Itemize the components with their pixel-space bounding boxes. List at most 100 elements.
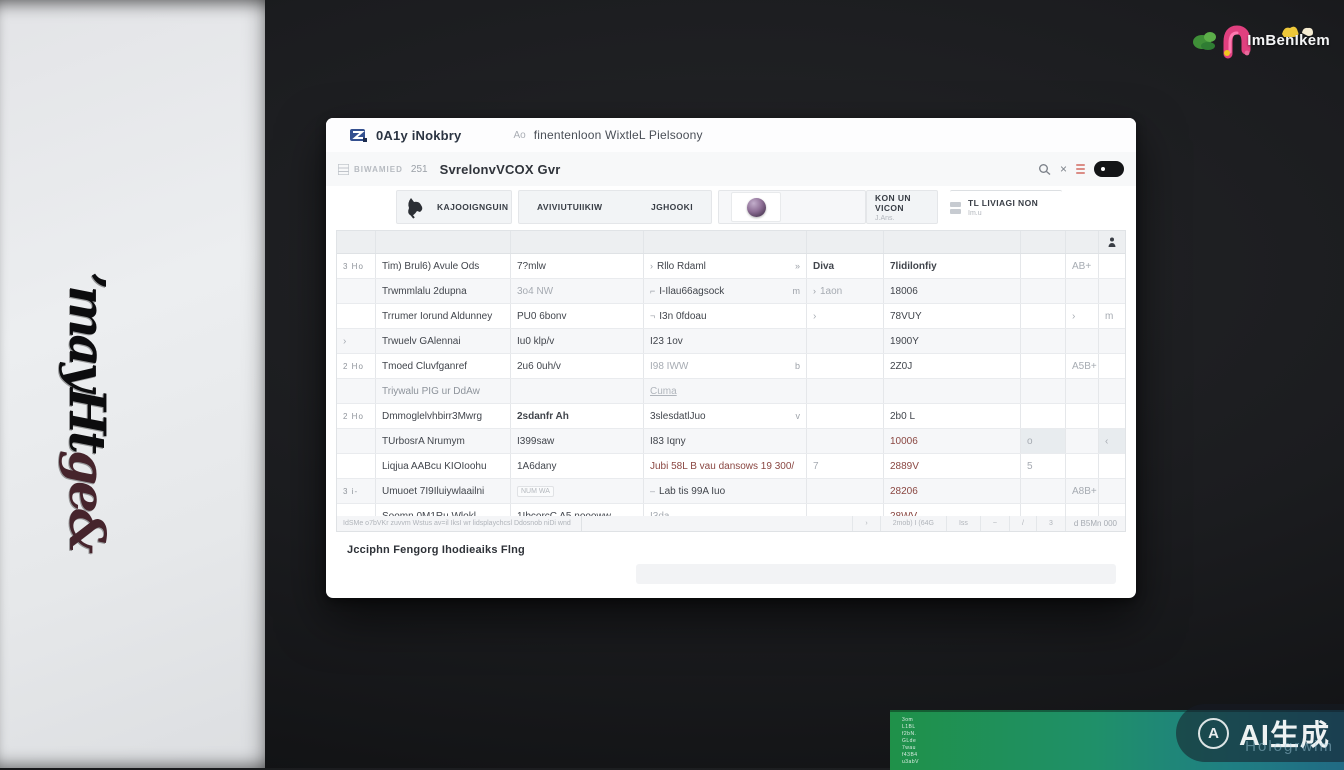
table-cell: 7lidilonfiy [884, 254, 1021, 278]
statusbar-item[interactable]: Iss [946, 516, 980, 531]
table-cell: AB+ [1066, 254, 1099, 278]
table-cell: o [1021, 429, 1066, 453]
toolbar-image-sub: Im.u [968, 210, 1038, 217]
greenbar-line: f2bN. [902, 731, 919, 737]
table-cell [1066, 404, 1099, 428]
table-cell: I83 Iqny [644, 429, 807, 453]
greenbar-line: GLde [902, 738, 919, 744]
table-cell [884, 379, 1021, 403]
statusbar-item[interactable]: 3 [1036, 516, 1065, 531]
sphere-card [731, 192, 781, 222]
table-cell: 28206 [884, 479, 1021, 503]
app-window: 0A1y iNokbry Ao finentenloon WixtleL Pie… [326, 118, 1136, 598]
table-cell: 3o4 NW [511, 279, 644, 303]
ai-badge-mark-icon: A [1198, 718, 1229, 749]
person-icon[interactable] [1108, 237, 1116, 247]
table-cell: Liqjua AABcu KIOIoohu [376, 454, 511, 478]
table-cell [1099, 404, 1125, 428]
statusbar-item[interactable]: / [1009, 516, 1036, 531]
table-cell [1021, 404, 1066, 428]
greenbar-lines: 3omL1BLf2bN.GLde7wauf43B4u3abV [902, 717, 919, 765]
table-cell: Jubi 58L B vau dansows 19 300/ [644, 454, 807, 478]
table-cell [1021, 479, 1066, 503]
table-cell [1066, 279, 1099, 303]
table-cell: PU0 6bonv [511, 304, 644, 328]
table-cell: 2889V [884, 454, 1021, 478]
table-cell: 5 [1021, 454, 1066, 478]
toolbar-image-button[interactable]: TL LIVIAGI NON Im.u [950, 190, 1062, 224]
table-cell [1021, 279, 1066, 303]
table-cell: A5B+ [1066, 354, 1099, 378]
toolbar-group-button[interactable]: AVIVIUTUIIKIW JGHOOKI [518, 190, 712, 224]
table-row[interactable]: Trrumer Iorund AldunneyPU0 6bonv¬I3n 0fd… [337, 304, 1125, 329]
toolbar-filter-button[interactable]: KAJOOIGNGUIN [396, 190, 512, 224]
table-cell: Trrumer Iorund Aldunney [376, 304, 511, 328]
greenbar-line: 7wau [902, 745, 919, 751]
table-cell: 2u6 0uh/v [511, 354, 644, 378]
close-icon[interactable]: × [1060, 163, 1067, 175]
table-row[interactable]: 2 HoTmoed Cluvfganref2u6 0uh/vI98 IWWb2Z… [337, 354, 1125, 379]
statusbar-item[interactable]: 2mob) I (64G [880, 516, 946, 531]
subheader: BIWAMIED 251 SvrelonvVCOX Gvr × [326, 152, 1136, 187]
table-cell: ¬I3n 0fdoau [644, 304, 807, 328]
table-cell [337, 304, 376, 328]
table-cell [1099, 479, 1125, 503]
toggle-pill-button[interactable] [1094, 161, 1124, 177]
stack-icon [950, 202, 961, 214]
statusbar-summary: IdSMe o7bVKr zuvvm Wstus av=il IksI wr l… [343, 516, 582, 531]
table-cell: Trwmmlalu 2dupna [376, 279, 511, 303]
statusbar-item[interactable]: ~ [980, 516, 1009, 531]
tab-label[interactable]: finentenloon WixtleL Pielsoony [534, 128, 703, 142]
toolbar-group-label-a: AVIVIUTUIIKIW [537, 202, 602, 212]
table-cell: Iu0 klp/v [511, 329, 644, 353]
table-cell [1066, 329, 1099, 353]
statusbar-total: d B5Mn 000 [1065, 516, 1125, 531]
table-cell [1099, 454, 1125, 478]
table-cell: 1900Y [884, 329, 1021, 353]
table-row[interactable]: ›Trwuelv GAlennaiIu0 klp/vI23 1ov1900Y [337, 329, 1125, 354]
list-red-icon[interactable] [1076, 164, 1085, 174]
ai-badge-ghost-text: Hologrwim [1245, 738, 1334, 755]
table-cell [1021, 354, 1066, 378]
table-cell: I23 1ov [644, 329, 807, 353]
table-body: 3 HoTim) Brul6) Avule Ods7?mlw›Rllo Rdam… [337, 254, 1125, 528]
table-cell: 2sdanfr Ah [511, 404, 644, 428]
table-row[interactable]: TUrbosrA NrumymI399sawI83 Iqny10006o‹ [337, 429, 1125, 454]
sphere-icon [747, 198, 766, 217]
table-cell: m [1099, 304, 1125, 328]
subheader-eyebrow: BIWAMIED [354, 165, 403, 174]
search-icon[interactable] [1038, 163, 1051, 176]
greenbar-line: 3om [902, 717, 919, 723]
toolbar: KAJOOIGNGUIN AVIVIUTUIIKIW JGHOOKI KON U… [326, 186, 1136, 230]
statusbar: IdSMe o7bVKr zuvvm Wstus av=il IksI wr l… [336, 516, 1126, 532]
greenbar-line: L1BL [902, 724, 919, 730]
subheader-controls: × [1038, 157, 1124, 181]
table-row[interactable]: 3 i-Umuoet 7I9IluiywlaailniNUM WA–Lab ti… [337, 479, 1125, 504]
titlebar: 0A1y iNokbry Ao finentenloon WixtleL Pie… [326, 118, 1136, 153]
greenbar-line: u3abV [902, 759, 919, 765]
table-cell: 3 i- [337, 479, 376, 503]
table-cell: 3 Ho [337, 254, 376, 278]
table-cell [1099, 254, 1125, 278]
table-cell [1066, 454, 1099, 478]
table-row[interactable]: Triywalu PIG ur DdAwCuma [337, 379, 1125, 404]
table-cell [337, 429, 376, 453]
table-row[interactable]: Liqjua AABcu KIOIoohu1A6danyJubi 58L B v… [337, 454, 1125, 479]
table-cell: Triywalu PIG ur DdAw [376, 379, 511, 403]
table-cell: › [807, 304, 884, 328]
brand-logo: ImBenIkem [1190, 20, 1330, 60]
table-cell: A8B+ [1066, 479, 1099, 503]
table-row[interactable]: 2 HoDmmoglelvhbirr3Mwrg2sdanfr Ah3slesda… [337, 404, 1125, 429]
table-cell: 18006 [884, 279, 1021, 303]
table-row[interactable]: Trwmmlalu 2dupna3o4 NW⌐I-Ilau66agsockm›1… [337, 279, 1125, 304]
table-header [337, 231, 1125, 254]
statusbar-item[interactable]: › [852, 516, 879, 531]
footer-note: Jcciphn Fengorg Ihodieaiks Flng [347, 544, 525, 556]
toolbar-sphere-button[interactable] [718, 190, 866, 224]
toolbar-service-button[interactable]: KON UN VICON J.Ans. [866, 190, 938, 224]
table-row[interactable]: 3 HoTim) Brul6) Avule Ods7?mlw›Rllo Rdam… [337, 254, 1125, 279]
table-cell [807, 479, 884, 503]
table-cell [1099, 329, 1125, 353]
table-cell: Tim) Brul6) Avule Ods [376, 254, 511, 278]
table-cell: I399saw [511, 429, 644, 453]
